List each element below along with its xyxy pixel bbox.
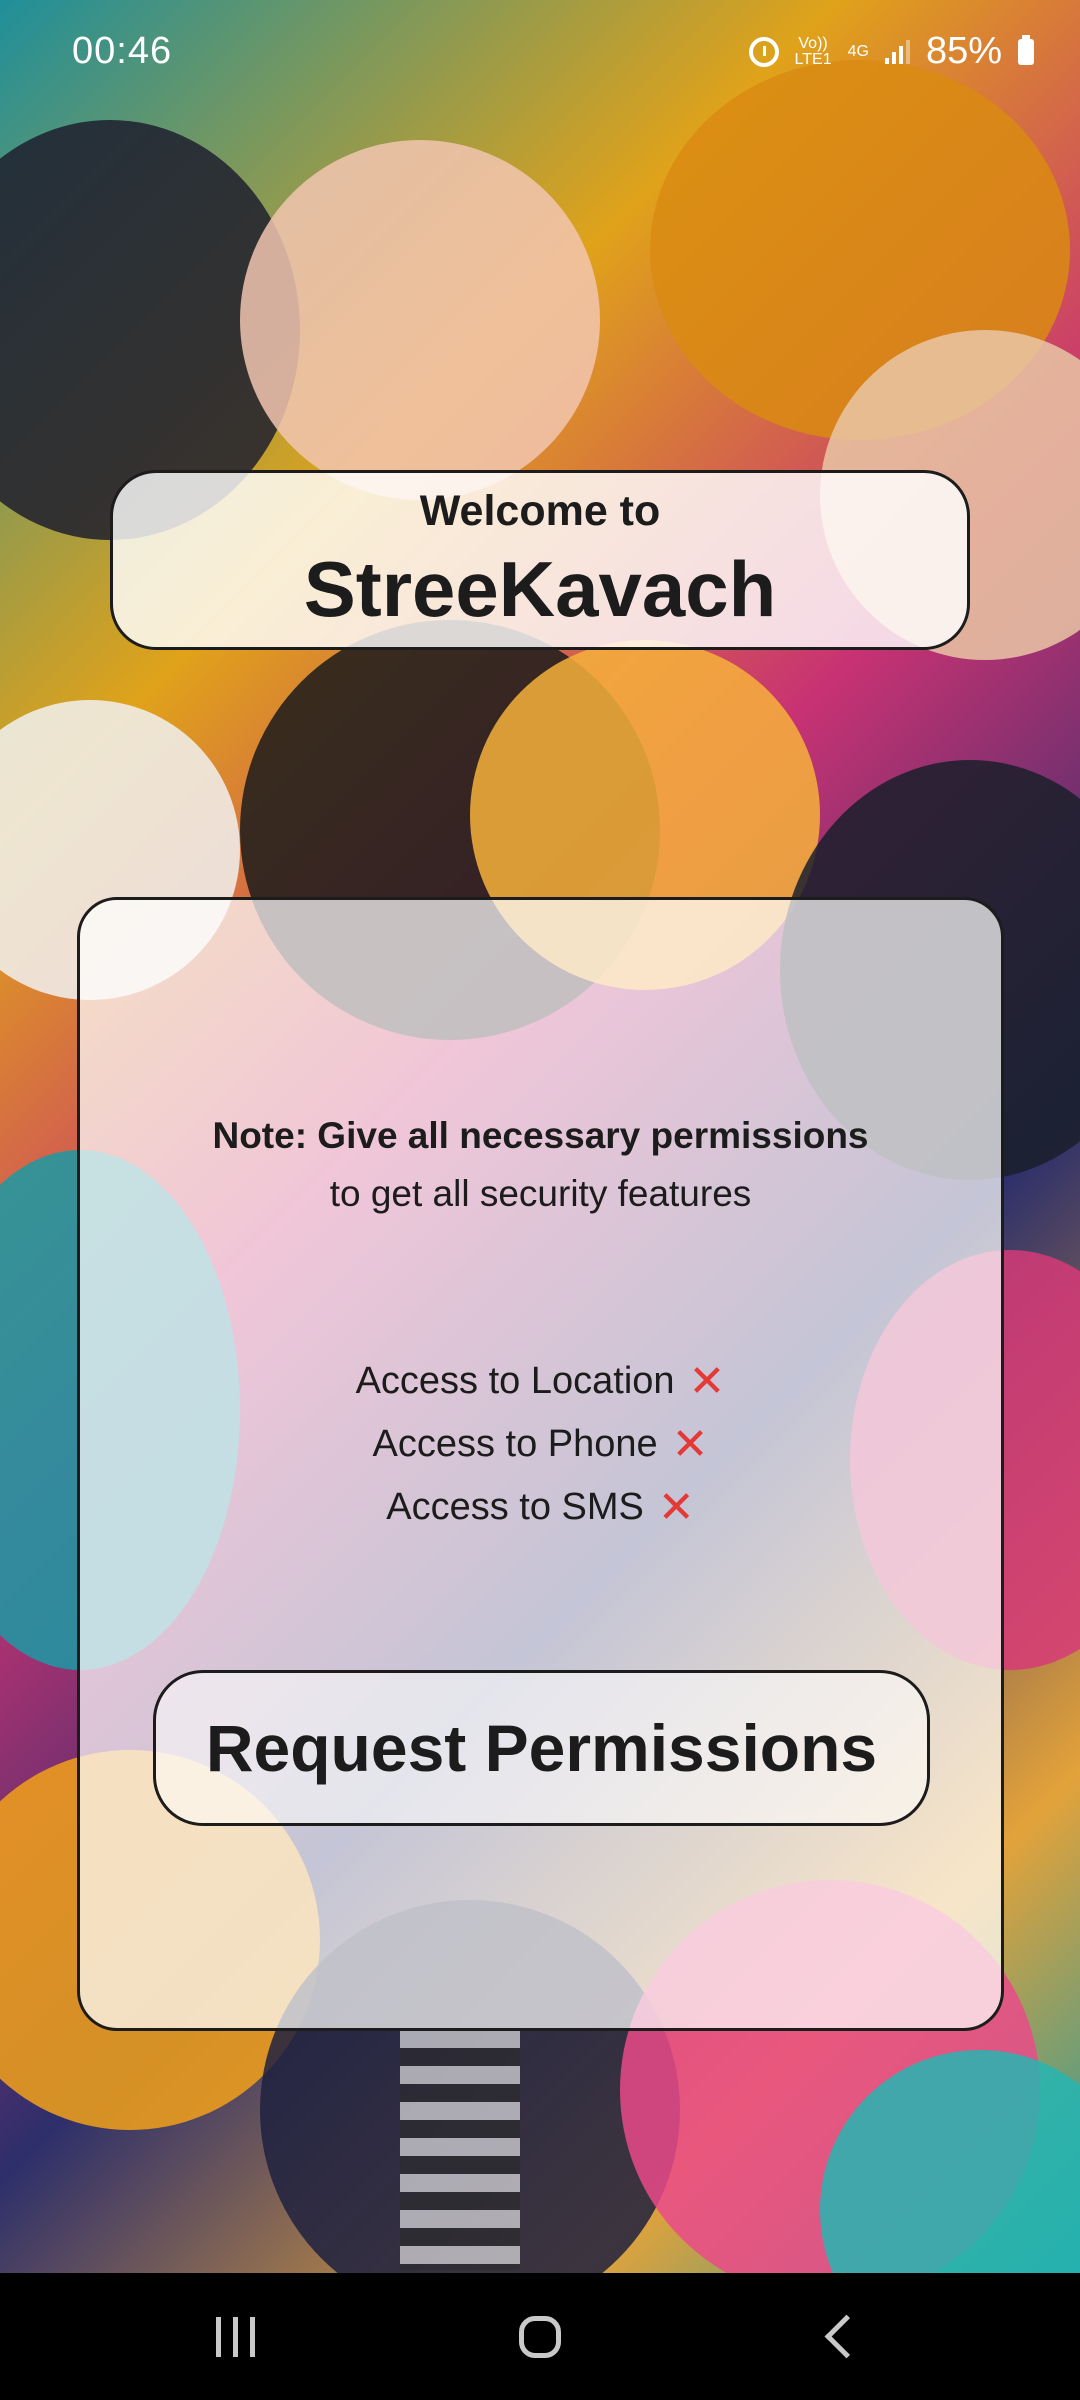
alarm-icon <box>748 36 779 67</box>
status-bar: 00:46 Vo)) LTE1 4G 85% <box>0 0 1080 100</box>
app-title: StreeKavach <box>303 545 777 633</box>
permission-item-phone: Access to Phone ✕ <box>80 1413 1001 1476</box>
permissions-note: Note: Give all necessary permissions to … <box>80 1107 1001 1223</box>
navigation-bar <box>0 2273 1080 2400</box>
home-button[interactable] <box>440 2273 640 2400</box>
battery-icon <box>1018 34 1034 65</box>
request-permissions-button[interactable]: Request Permissions <box>153 1670 930 1826</box>
home-icon <box>519 2315 561 2358</box>
status-time: 00:46 <box>72 30 173 72</box>
note-subtext: to get all security features <box>329 1173 752 1214</box>
permission-label: Access to SMS <box>386 1486 644 1528</box>
x-icon: ✕ <box>671 1420 709 1469</box>
welcome-card: Welcome to StreeKavach <box>110 470 970 650</box>
recents-button[interactable] <box>135 2273 335 2400</box>
x-icon: ✕ <box>688 1357 726 1406</box>
permission-item-location: Access to Location ✕ <box>80 1350 1001 1413</box>
permission-label: Access to Phone <box>372 1423 658 1465</box>
permission-label: Access to Location <box>355 1360 675 1402</box>
battery-percent: 85% <box>925 30 1002 72</box>
permission-item-sms: Access to SMS ✕ <box>80 1476 1001 1539</box>
permissions-panel: Note: Give all necessary permissions to … <box>77 897 1004 2031</box>
welcome-text: Welcome to <box>419 487 661 535</box>
status-icons: Vo)) LTE1 4G 85% <box>748 30 1034 73</box>
x-icon: ✕ <box>657 1483 695 1532</box>
recents-icon <box>215 2316 255 2357</box>
volte-label: Vo)) <box>798 34 828 52</box>
network-type: 4G <box>847 42 869 60</box>
back-icon <box>824 2314 868 2359</box>
permission-list: Access to Location ✕ Access to Phone ✕ A… <box>80 1350 1001 1539</box>
signal-icon <box>884 39 910 64</box>
lte-label: LTE1 <box>794 50 832 68</box>
network-indicator: Vo)) LTE1 <box>794 34 832 68</box>
note-heading: Note: Give all necessary permissions <box>212 1115 869 1156</box>
back-button[interactable] <box>740 2273 940 2400</box>
